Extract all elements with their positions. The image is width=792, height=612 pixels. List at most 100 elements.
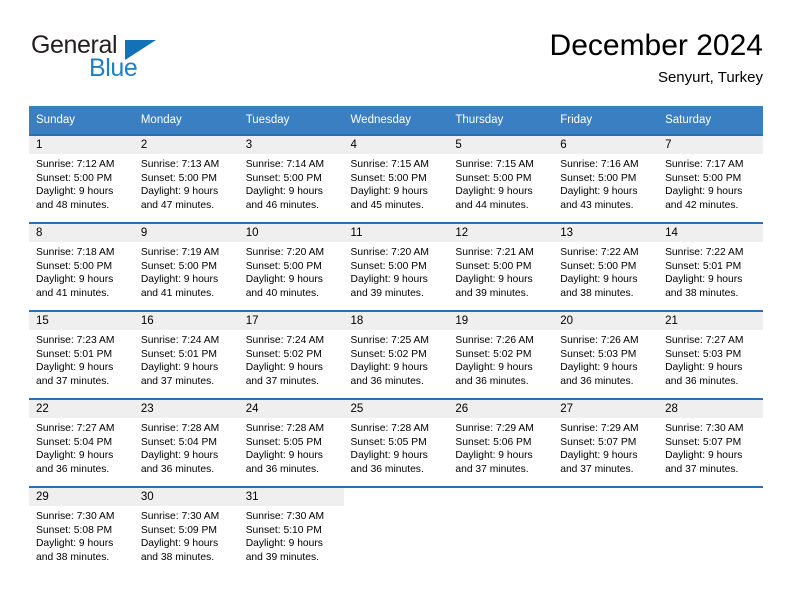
day-number: 25	[343, 400, 449, 418]
calendar-day-cell[interactable]: 23 Sunrise: 7:28 AM Sunset: 5:04 PM Dayligh…	[133, 398, 239, 487]
day-sunrise-text: Sunrise: 7:27 AM	[665, 335, 744, 346]
day-sunrise-text: Sunrise: 7:26 AM	[560, 335, 639, 346]
day-daylight1-text: Daylight: 9 hours	[140, 186, 219, 198]
day-details: Sunrise: 7:20 AM Sunset: 5:00 PM Daylight:…	[239, 242, 344, 300]
brand-logo[interactable]: General Blue	[29, 28, 229, 88]
calendar-week-row: 29 Sunrise: 7:30 AM Sunset: 5:08 PM Dayligh…	[29, 486, 763, 574]
calendar-grid: Sunday Monday Tuesday Wednesday Thursday…	[29, 106, 763, 574]
day-cell-inner: 26 Sunrise: 7:29 AM Sunset: 5:06 PM Dayligh…	[448, 400, 554, 486]
day-daylight1-text: Daylight: 9 hours	[455, 274, 533, 286]
calendar-day-cell[interactable]: 14 Sunrise: 7:22 AM Sunset: 5:01 PM Dayligh…	[658, 222, 763, 311]
day-number: 12	[448, 224, 554, 242]
day-daylight2-text: and 48 minutes.	[36, 199, 110, 211]
day-daylight2-text: and 46 minutes.	[245, 199, 319, 211]
calendar-day-cell[interactable]: 10 Sunrise: 7:20 AM Sunset: 5:00 PM Dayligh…	[238, 222, 344, 311]
day-cell-inner: 24 Sunrise: 7:28 AM Sunset: 5:05 PM Dayligh…	[238, 400, 344, 486]
day-daylight1-text: Daylight: 9 hours	[560, 186, 638, 198]
day-daylight1-text: Daylight: 9 hours	[560, 450, 638, 462]
day-details: Sunrise: 7:30 AM Sunset: 5:10 PM Daylight:…	[239, 506, 344, 564]
day-sunset-text: Sunset: 5:00 PM	[245, 172, 322, 184]
calendar-day-cell[interactable]: 3 Sunrise: 7:14 AM Sunset: 5:00 PM Daylight…	[238, 134, 344, 223]
day-sunset-text: Sunset: 5:00 PM	[140, 260, 217, 272]
day-number: 24	[238, 400, 344, 418]
day-number: 21	[658, 312, 763, 330]
day-sunrise-text: Sunrise: 7:15 AM	[455, 159, 534, 170]
day-sunset-text: Sunset: 5:00 PM	[455, 260, 532, 272]
day-daylight1-text: Daylight: 9 hours	[350, 274, 428, 286]
day-number: 11	[343, 224, 449, 242]
day-number	[344, 488, 449, 506]
day-sunrise-text: Sunrise: 7:12 AM	[36, 159, 115, 170]
day-sunrise-text: Sunrise: 7:27 AM	[36, 423, 115, 434]
calendar-day-cell[interactable]: 22 Sunrise: 7:27 AM Sunset: 5:04 PM Dayligh…	[29, 398, 134, 487]
day-number: 10	[238, 224, 344, 242]
day-cell-inner: 15 Sunrise: 7:23 AM Sunset: 5:01 PM Dayligh…	[29, 312, 134, 398]
day-number: 18	[343, 312, 449, 330]
calendar-day-cell[interactable]: 17 Sunrise: 7:24 AM Sunset: 5:02 PM Dayligh…	[238, 310, 344, 399]
calendar-day-cell[interactable]: 27 Sunrise: 7:29 AM Sunset: 5:07 PM Dayligh…	[553, 398, 659, 487]
calendar-day-cell[interactable]: 29 Sunrise: 7:30 AM Sunset: 5:08 PM Dayligh…	[29, 486, 134, 574]
day-sunrise-text: Sunrise: 7:29 AM	[560, 423, 639, 434]
day-sunrise-text: Sunrise: 7:22 AM	[665, 247, 744, 258]
calendar-day-cell[interactable]: 6 Sunrise: 7:16 AM Sunset: 5:00 PM Daylight…	[553, 134, 659, 223]
day-daylight1-text: Daylight: 9 hours	[140, 450, 219, 462]
day-sunset-text: Sunset: 5:00 PM	[560, 260, 637, 272]
day-number: 2	[133, 136, 239, 154]
calendar-week-row: 22 Sunrise: 7:27 AM Sunset: 5:04 PM Dayligh…	[29, 398, 763, 487]
day-daylight2-text: and 36 minutes.	[455, 375, 529, 387]
day-sunset-text: Sunset: 5:04 PM	[140, 436, 217, 448]
weekday-header-wednesday: Wednesday	[343, 106, 449, 135]
calendar-day-cell[interactable]: 13 Sunrise: 7:22 AM Sunset: 5:00 PM Dayligh…	[553, 222, 659, 311]
day-cell-inner: 29 Sunrise: 7:30 AM Sunset: 5:08 PM Dayligh…	[29, 488, 134, 574]
day-sunset-text: Sunset: 5:02 PM	[245, 348, 322, 360]
day-details: Sunrise: 7:21 AM Sunset: 5:00 PM Daylight:…	[448, 242, 553, 300]
day-details: Sunrise: 7:14 AM Sunset: 5:00 PM Daylight:…	[239, 154, 344, 212]
day-daylight1-text: Daylight: 9 hours	[245, 450, 323, 462]
day-details: Sunrise: 7:30 AM Sunset: 5:07 PM Daylight:…	[658, 418, 763, 476]
calendar-day-cell[interactable]: 11 Sunrise: 7:20 AM Sunset: 5:00 PM Dayligh…	[343, 222, 449, 311]
day-daylight2-text: and 40 minutes.	[245, 287, 319, 299]
day-sunrise-text: Sunrise: 7:30 AM	[36, 511, 115, 522]
day-sunrise-text: Sunrise: 7:28 AM	[350, 423, 429, 434]
calendar-day-cell[interactable]: 12 Sunrise: 7:21 AM Sunset: 5:00 PM Dayligh…	[448, 222, 554, 311]
day-daylight1-text: Daylight: 9 hours	[140, 274, 219, 286]
calendar-day-cell[interactable]: 18 Sunrise: 7:25 AM Sunset: 5:02 PM Dayligh…	[343, 310, 449, 399]
calendar-day-cell[interactable]: 9 Sunrise: 7:19 AM Sunset: 5:00 PM Daylight…	[133, 222, 239, 311]
day-sunrise-text: Sunrise: 7:14 AM	[245, 159, 325, 170]
calendar-day-cell[interactable]: 31 Sunrise: 7:30 AM Sunset: 5:10 PM Dayligh…	[238, 486, 344, 574]
day-details: Sunrise: 7:22 AM Sunset: 5:01 PM Daylight:…	[658, 242, 763, 300]
day-sunset-text: Sunset: 5:03 PM	[560, 348, 637, 360]
calendar-day-cell[interactable]: 8 Sunrise: 7:18 AM Sunset: 5:00 PM Daylight…	[29, 222, 134, 311]
day-number	[448, 488, 553, 506]
calendar-day-cell[interactable]: 30 Sunrise: 7:30 AM Sunset: 5:09 PM Dayligh…	[133, 486, 239, 574]
calendar-day-cell[interactable]: 19 Sunrise: 7:26 AM Sunset: 5:02 PM Dayligh…	[448, 310, 554, 399]
calendar-day-cell[interactable]: 26 Sunrise: 7:29 AM Sunset: 5:06 PM Dayligh…	[448, 398, 554, 487]
day-daylight2-text: and 39 minutes.	[245, 551, 319, 563]
day-cell-inner: 27 Sunrise: 7:29 AM Sunset: 5:07 PM Dayligh…	[553, 400, 659, 486]
calendar-day-cell[interactable]: 15 Sunrise: 7:23 AM Sunset: 5:01 PM Dayligh…	[29, 310, 134, 399]
calendar-day-cell[interactable]: 16 Sunrise: 7:24 AM Sunset: 5:01 PM Dayligh…	[133, 310, 239, 399]
day-details: Sunrise: 7:28 AM Sunset: 5:05 PM Daylight:…	[344, 418, 449, 476]
day-sunset-text: Sunset: 5:02 PM	[350, 348, 427, 360]
day-daylight2-text: and 41 minutes.	[36, 287, 110, 299]
calendar-day-cell[interactable]: 7 Sunrise: 7:17 AM Sunset: 5:00 PM Daylight…	[658, 134, 763, 223]
weekday-header-row: Sunday Monday Tuesday Wednesday Thursday…	[29, 106, 763, 135]
day-details: Sunrise: 7:24 AM Sunset: 5:02 PM Daylight:…	[239, 330, 344, 388]
day-number: 17	[238, 312, 344, 330]
calendar-day-cell[interactable]: 1 Sunrise: 7:12 AM Sunset: 5:00 PM Daylight…	[29, 134, 134, 223]
day-sunrise-text: Sunrise: 7:20 AM	[350, 247, 429, 258]
day-daylight1-text: Daylight: 9 hours	[36, 274, 114, 286]
day-details: Sunrise: 7:26 AM Sunset: 5:02 PM Daylight:…	[448, 330, 553, 388]
calendar-day-cell[interactable]: 28 Sunrise: 7:30 AM Sunset: 5:07 PM Dayligh…	[658, 398, 763, 487]
calendar-day-cell[interactable]: 25 Sunrise: 7:28 AM Sunset: 5:05 PM Dayligh…	[343, 398, 449, 487]
calendar-day-cell[interactable]: 20 Sunrise: 7:26 AM Sunset: 5:03 PM Dayligh…	[553, 310, 659, 399]
calendar-day-cell[interactable]: 24 Sunrise: 7:28 AM Sunset: 5:05 PM Dayligh…	[238, 398, 344, 487]
calendar-day-cell[interactable]: 4 Sunrise: 7:15 AM Sunset: 5:00 PM Daylight…	[343, 134, 449, 223]
day-daylight1-text: Daylight: 9 hours	[455, 186, 533, 198]
day-daylight2-text: and 37 minutes.	[140, 375, 215, 387]
day-details: Sunrise: 7:23 AM Sunset: 5:01 PM Daylight:…	[29, 330, 134, 388]
calendar-day-cell[interactable]: 5 Sunrise: 7:15 AM Sunset: 5:00 PM Daylight…	[448, 134, 554, 223]
calendar-day-cell[interactable]: 2 Sunrise: 7:13 AM Sunset: 5:00 PM Daylight…	[133, 134, 239, 223]
day-cell-inner: 28 Sunrise: 7:30 AM Sunset: 5:07 PM Dayligh…	[658, 400, 763, 486]
calendar-day-cell[interactable]: 21 Sunrise: 7:27 AM Sunset: 5:03 PM Dayligh…	[658, 310, 763, 399]
